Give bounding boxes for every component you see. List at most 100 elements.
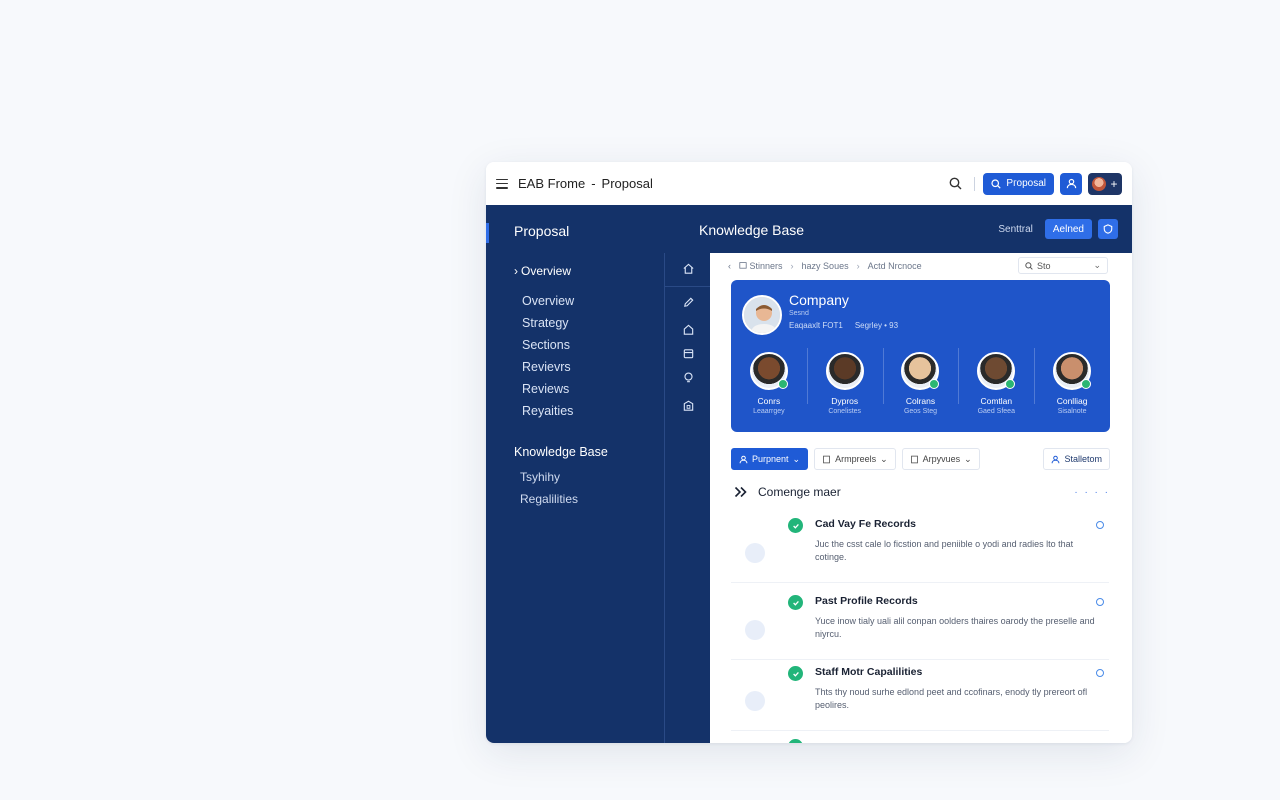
sidebar-item-kb-1[interactable]: Tsyhihy <box>520 470 578 492</box>
team-member-role: Gaed Sfeea <box>977 408 1015 415</box>
calendar-icon[interactable] <box>680 345 696 361</box>
search-icon <box>1025 261 1033 270</box>
record-radio[interactable] <box>1096 521 1104 529</box>
filter-primary-dropdown[interactable]: Purpnent ⌄ <box>731 448 809 470</box>
filter-third-label: Arpyvues <box>922 454 961 464</box>
proposal-search-button[interactable]: Ргороsаl <box>983 172 1054 195</box>
main-header: Knowledge Base Senttral Aelned <box>664 205 1132 253</box>
select-value: Sto <box>1037 260 1051 271</box>
team-member-name: Dypros <box>831 396 859 406</box>
breadcrumb: ‹ Stinners › hazy Soues › Actd Nrсnoce <box>728 261 922 271</box>
section-title: Comenge maer <box>758 485 841 499</box>
breadcrumb-chevron-icon: › <box>856 261 860 271</box>
shield-button[interactable] <box>1098 219 1118 239</box>
app-section: Proposal <box>601 176 653 191</box>
company-meta-right: Segrley • 93 <box>854 321 899 330</box>
team-member[interactable]: Colrans Geos Steg <box>882 348 959 428</box>
sidebar-item-strategy[interactable]: Strategy <box>522 315 574 337</box>
list-item[interactable]: Staff Motr Capalilities Thts thy noud su… <box>731 661 1109 731</box>
search-icon <box>991 178 1002 189</box>
active-indicator <box>486 223 489 243</box>
breadcrumb-item-1[interactable]: Stinners <box>739 261 783 271</box>
check-icon <box>788 739 803 743</box>
icon-rail <box>664 253 711 743</box>
folder-icon <box>739 262 747 269</box>
filter-third-dropdown[interactable]: Arpyvues ⌄ <box>901 448 980 470</box>
team-member-role: Sisalnote <box>1057 408 1087 415</box>
house-icon[interactable] <box>680 321 696 337</box>
titlebar: EAB Frome - Proposal Ргороsаl + <box>486 162 1132 205</box>
team-member[interactable]: Comtlan Gaed Sfeea <box>958 348 1034 428</box>
sidebar-item-reviewers[interactable]: Revievrs <box>522 359 574 381</box>
list-item-partial[interactable] <box>731 733 1109 743</box>
page-title: Knowledge Base <box>699 222 805 238</box>
shield-icon <box>1103 224 1113 234</box>
building-icon[interactable] <box>680 397 696 413</box>
sidebar: Proposal › Overview Overview Strategy Se… <box>486 205 664 743</box>
breadcrumb-label-1: Stinners <box>749 261 783 271</box>
sidebar-item-kb-2[interactable]: Regalilities <box>520 492 578 514</box>
avatar <box>825 352 864 390</box>
sidebar-item-royalties[interactable]: Reyaities <box>522 403 574 425</box>
document-icon <box>823 455 830 463</box>
record-status-dot <box>745 691 765 711</box>
sidebar-title[interactable]: Proposal <box>514 223 569 239</box>
plus-icon: + <box>1110 176 1118 191</box>
record-radio[interactable] <box>1096 669 1104 677</box>
user-button[interactable] <box>1060 172 1082 195</box>
check-icon <box>788 595 803 610</box>
team-member-name: Comtlan <box>980 396 1013 406</box>
overview-toggle[interactable]: › Overview <box>514 264 571 278</box>
more-options-icon[interactable]: · · · · <box>1074 487 1110 498</box>
avatar <box>1053 352 1092 390</box>
company-meta-left: Eaqaaxlt FOT1 <box>789 321 843 330</box>
company-avatar <box>742 295 782 335</box>
avatar <box>901 352 940 390</box>
record-description: Juc the csst cale lo ficstion and peniib… <box>815 539 1074 562</box>
team-member-role: Leaarrgey <box>753 408 785 415</box>
record-description: Yuce inow tialy uali alil conpan oolders… <box>815 616 1095 639</box>
company-name: Company <box>789 292 849 308</box>
team-member[interactable]: Conlliag Sisalnote <box>1034 348 1110 428</box>
sidebar-item-reviews[interactable]: Reviews <box>522 381 574 403</box>
breadcrumb-item-3[interactable]: Actd Nrсnoce <box>868 261 922 271</box>
home-icon[interactable] <box>680 260 696 276</box>
list-item[interactable]: Cad Vay Fe Records Juc the csst cale lo … <box>731 513 1109 583</box>
sidebar-list: Overview Strategy Sections Revievrs Revi… <box>522 293 574 425</box>
pencil-icon[interactable] <box>680 294 696 310</box>
overview-toggle-label: Overview <box>521 264 572 278</box>
main-content: ‹ Stinners › hazy Soues › Actd Nrсnoce S… <box>710 253 1132 743</box>
record-title: Past Profile Records <box>815 595 918 607</box>
title-separator: - <box>591 176 596 191</box>
double-chevron-icon[interactable] <box>734 486 748 498</box>
breadcrumb-chevron-icon: › <box>790 261 794 271</box>
team-member[interactable]: Conrs Leaarrgey <box>731 348 807 428</box>
check-icon <box>788 518 803 533</box>
filter-right-button[interactable]: Stalletom <box>1043 448 1110 470</box>
sidebar-knowledge-base-title[interactable]: Knowledge Base <box>514 445 608 459</box>
team-member-name: Conlliag <box>1056 396 1088 406</box>
account-menu-button[interactable]: + <box>1088 172 1122 195</box>
user-icon <box>1066 178 1076 189</box>
app-title: EAB Frome - Proposal <box>518 176 653 191</box>
sidebar-item-sections[interactable]: Sections <box>522 337 574 359</box>
search-icon[interactable] <box>944 173 966 195</box>
header-action-button[interactable]: Aelned <box>1044 219 1092 239</box>
back-chevron-icon[interactable]: ‹ <box>728 261 731 271</box>
document-icon <box>910 455 918 463</box>
filter-second-label: Armpreels <box>835 454 877 464</box>
sidebar-item-overview[interactable]: Overview <box>522 293 574 315</box>
lightbulb-icon[interactable] <box>680 369 696 385</box>
hamburger-menu-icon[interactable] <box>496 178 508 189</box>
record-radio[interactable] <box>1096 598 1104 606</box>
team-member-name: Colrans <box>905 396 936 406</box>
team-member[interactable]: Dypros Conelistes <box>806 348 883 428</box>
record-title: Cad Vay Fe Records <box>815 518 916 530</box>
company-card: Company Sesnd Eaqaaxlt FOT1 Segrley • 93… <box>731 280 1110 432</box>
filter-second-dropdown[interactable]: Armpreels ⌄ <box>814 448 896 470</box>
user-icon <box>1052 455 1060 463</box>
breadcrumb-select[interactable]: Sto ⌄ <box>1018 257 1108 274</box>
breadcrumb-item-2[interactable]: hazy Soues <box>802 261 849 271</box>
list-item[interactable]: Past Profile Records Yuce inow tialy ual… <box>731 590 1109 660</box>
chevron-down-icon: ⌄ <box>964 453 972 464</box>
